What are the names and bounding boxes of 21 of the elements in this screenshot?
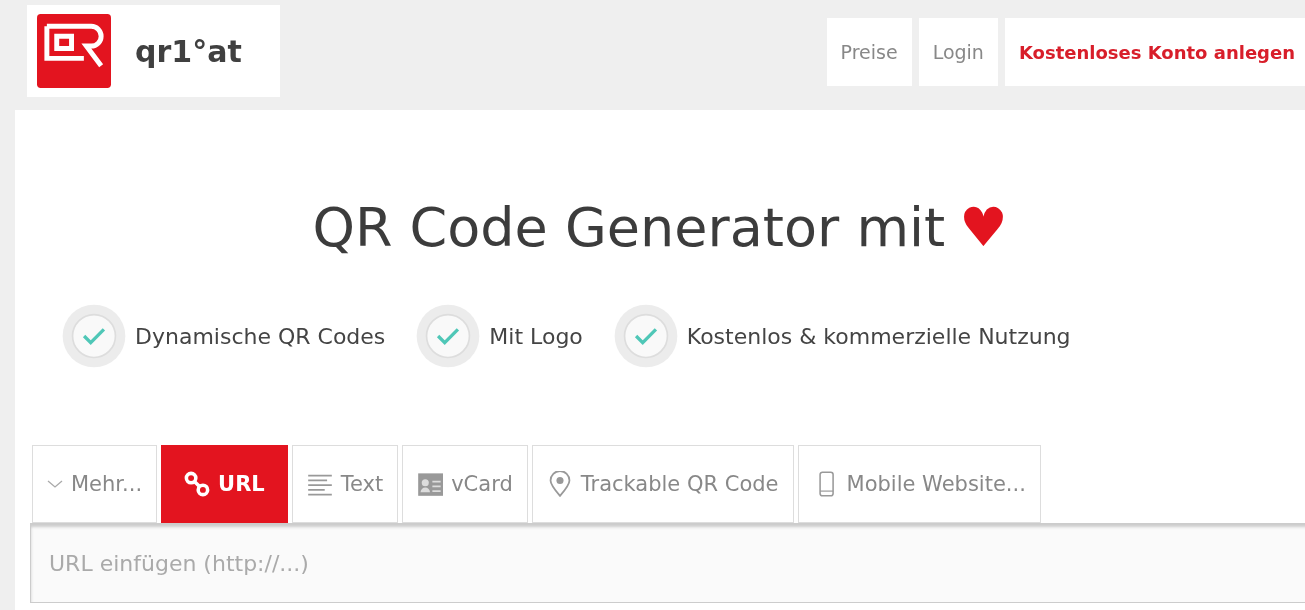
contact-card-icon xyxy=(417,471,444,497)
tab[interactable]: Text xyxy=(291,445,399,523)
feature-label: Kostenlos & kommerzielle Nutzung xyxy=(686,323,1071,349)
nav-link[interactable]: Preise xyxy=(826,18,912,86)
logo-text: qr1°at xyxy=(135,33,242,69)
tab[interactable]: Mobile Website... xyxy=(797,445,1041,523)
tab[interactable]: Mehr... xyxy=(32,445,158,523)
logo-box[interactable]: qr1°at xyxy=(27,5,280,97)
tab[interactable]: vCard xyxy=(402,445,528,523)
chevron-icon xyxy=(47,480,63,488)
tab[interactable]: Trackable QR Code xyxy=(531,445,794,523)
heart-symbol: ♥ xyxy=(959,196,1008,259)
headline: QR Code Generator mit xyxy=(312,196,946,259)
url-input-field[interactable]: URL einfügen (http://...) xyxy=(30,523,1305,603)
tab[interactable]: URL xyxy=(161,445,288,523)
nav-link[interactable]: Login xyxy=(918,18,998,86)
feature-label: Dynamische QR Codes xyxy=(135,323,386,349)
feature-label: Mit Logo xyxy=(489,323,583,349)
logo-icon xyxy=(37,14,111,88)
signup-link[interactable]: Kostenloses Konto anlegen xyxy=(1004,18,1305,86)
link-icon xyxy=(184,471,211,497)
